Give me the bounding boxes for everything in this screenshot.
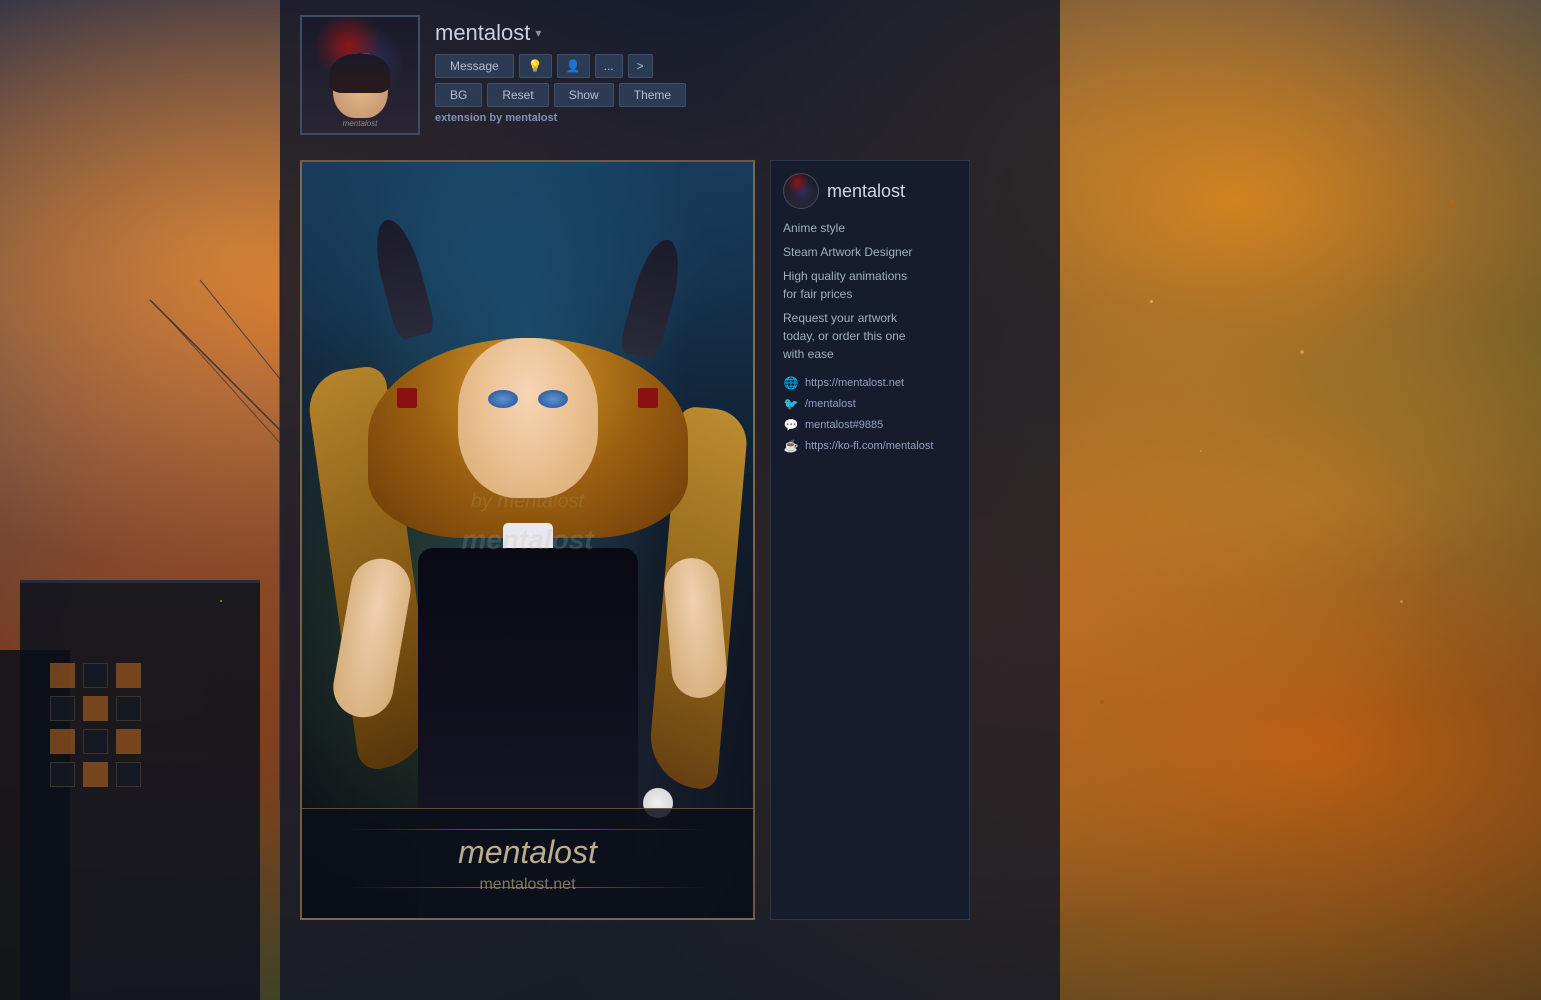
- window-cell: [50, 729, 75, 754]
- person-button[interactable]: 👤: [557, 54, 590, 78]
- action-buttons-container: Message 💡 👤 ... >: [435, 54, 1040, 78]
- card-links: 🌐 https://mentalost.net 🐦 /mentalost 💬 m…: [783, 375, 957, 454]
- card-desc-5: Request your artwork: [783, 311, 897, 325]
- building-shape: [20, 580, 260, 1000]
- banner-line-top: [347, 829, 708, 830]
- card-desc-4: for fair prices: [783, 287, 852, 301]
- artwork-image: by mentalost mentalost mentalost mentalo…: [300, 160, 755, 920]
- window-cell: [83, 729, 108, 754]
- artwork-panel: by mentalost mentalost mentalost mentalo…: [300, 160, 1040, 920]
- banner-site: mentalost.net: [479, 876, 575, 894]
- discord-icon: 💬: [783, 417, 799, 433]
- window-cell: [116, 762, 141, 787]
- banner-name: mentalost: [458, 834, 597, 871]
- window-cell: [50, 696, 75, 721]
- window-cell: [116, 663, 141, 688]
- kofi-icon: ☕: [783, 438, 799, 454]
- profile-card: mentalost Anime style Steam Artwork Desi…: [770, 160, 970, 920]
- bg-button[interactable]: BG: [435, 83, 482, 107]
- discord-tag: mentalost#9885: [805, 419, 883, 431]
- twitter-icon: 🐦: [783, 396, 799, 412]
- card-desc-6: today, or order this one: [783, 329, 906, 343]
- hair-ribbon-left: [397, 388, 417, 408]
- show-button[interactable]: Show: [554, 83, 614, 107]
- card-username: mentalost: [827, 181, 905, 202]
- extension-author: mentalost: [505, 112, 557, 124]
- card-link-website[interactable]: 🌐 https://mentalost.net: [783, 375, 957, 391]
- window-cell: [83, 762, 108, 787]
- profile-header: mentalost mentalost ▾ Message 💡 👤 ... > …: [300, 15, 1040, 145]
- next-button[interactable]: >: [628, 54, 653, 78]
- hair-ribbon-right: [638, 388, 658, 408]
- card-avatar: [783, 173, 819, 209]
- lightbulb-button[interactable]: 💡: [519, 54, 552, 78]
- website-url: https://mentalost.net: [805, 377, 904, 389]
- extension-text: extension by: [435, 112, 502, 124]
- card-desc-3: High quality animations: [783, 269, 907, 283]
- kofi-url: https://ko-fi.com/mentalost: [805, 440, 933, 452]
- username-text: mentalost: [435, 20, 530, 46]
- window-cell: [83, 663, 108, 688]
- main-content: mentalost mentalost ▾ Message 💡 👤 ... > …: [280, 0, 1060, 1000]
- window-cell: [83, 696, 108, 721]
- dropdown-arrow-icon[interactable]: ▾: [535, 26, 541, 40]
- banner-line-bottom: [347, 887, 708, 888]
- card-desc-2: Steam Artwork Designer: [783, 245, 912, 259]
- window-cell: [116, 696, 141, 721]
- tool-buttons-container: BG Reset Show Theme: [435, 83, 1040, 107]
- profile-avatar: mentalost: [302, 17, 418, 133]
- twitter-handle: /mentalost: [805, 398, 856, 410]
- reset-button[interactable]: Reset: [487, 83, 548, 107]
- card-desc-1: Anime style: [783, 221, 845, 235]
- watermark-by: by mentalost: [471, 491, 584, 514]
- building-windows: [50, 663, 141, 853]
- more-button[interactable]: ...: [595, 54, 623, 78]
- watermark-center: mentalost: [461, 524, 593, 556]
- profile-info: mentalost ▾ Message 💡 👤 ... > BG Reset S…: [435, 15, 1040, 124]
- card-header: mentalost: [783, 173, 957, 209]
- message-button[interactable]: Message: [435, 54, 514, 78]
- card-description: Anime style Steam Artwork Designer High …: [783, 219, 957, 363]
- card-link-twitter[interactable]: 🐦 /mentalost: [783, 396, 957, 412]
- building-decoration: [0, 500, 320, 1000]
- theme-button[interactable]: Theme: [619, 83, 686, 107]
- window-cell: [116, 729, 141, 754]
- profile-avatar-container: mentalost: [300, 15, 420, 135]
- card-link-discord[interactable]: 💬 mentalost#9885: [783, 417, 957, 433]
- card-desc-7: with ease: [783, 347, 834, 361]
- card-link-kofi[interactable]: ☕ https://ko-fi.com/mentalost: [783, 438, 957, 454]
- extension-label: extension by mentalost: [435, 112, 1040, 124]
- artwork-bottom-banner: mentalost mentalost.net: [302, 808, 753, 918]
- profile-username: mentalost ▾: [435, 20, 1040, 46]
- window-cell: [50, 762, 75, 787]
- avatar-watermark: mentalost: [302, 119, 418, 128]
- window-cell: [50, 663, 75, 688]
- globe-icon: 🌐: [783, 375, 799, 391]
